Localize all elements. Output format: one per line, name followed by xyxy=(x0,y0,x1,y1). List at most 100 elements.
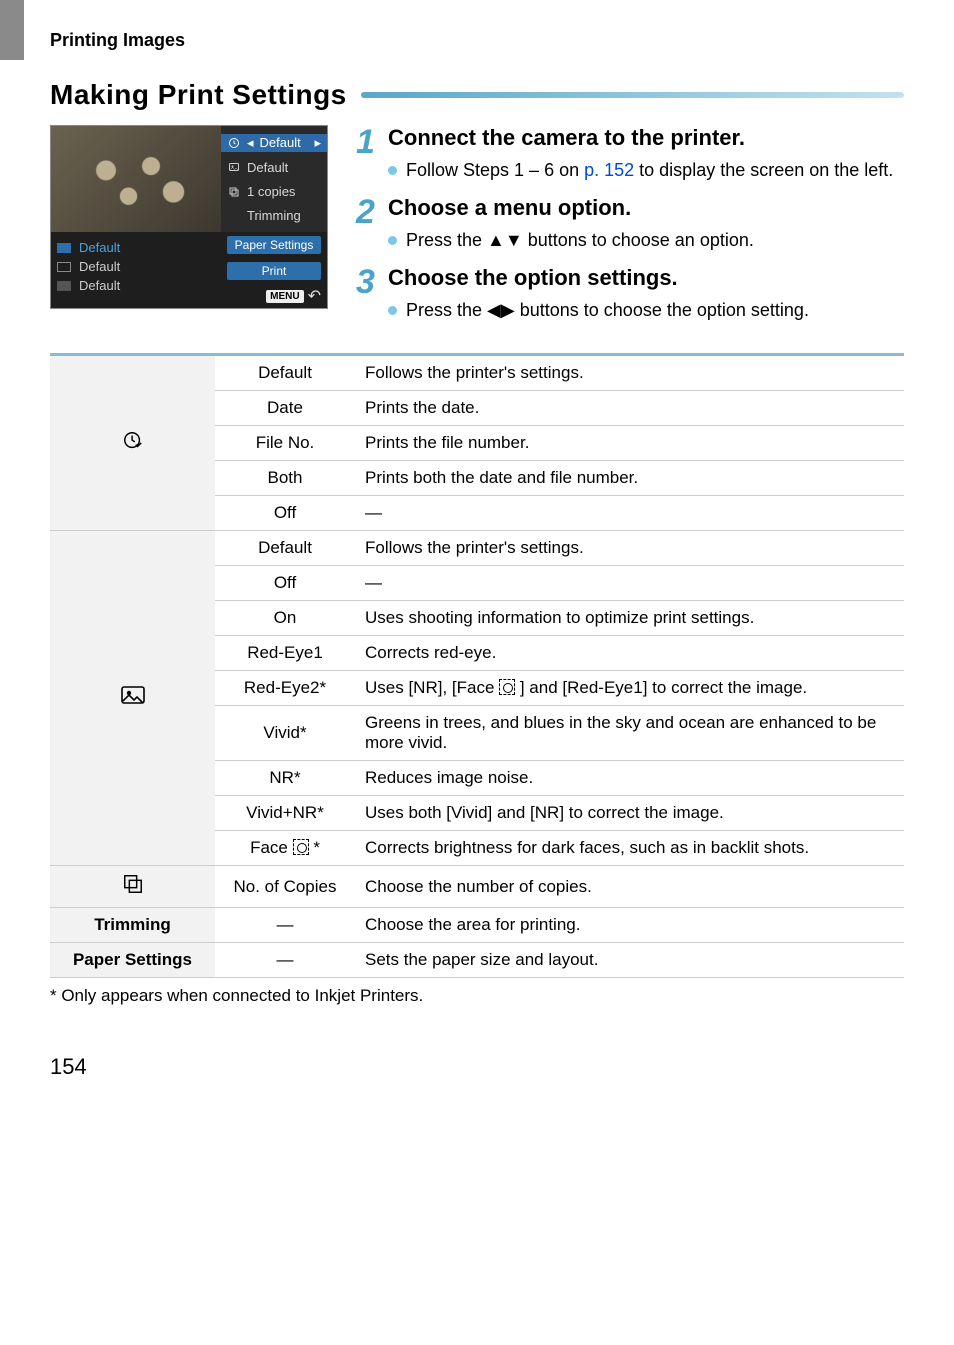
clock-icon xyxy=(227,137,241,149)
desc-cell: Corrects brightness for dark faces, such… xyxy=(355,831,904,866)
bullet-text: buttons to choose an option. xyxy=(523,230,754,250)
clock-check-icon xyxy=(122,430,144,452)
left-right-arrow-icon: ◀▶ xyxy=(487,300,515,320)
step-title: Choose a menu option. xyxy=(388,195,754,221)
option-cell: Both xyxy=(215,461,355,496)
lcd-left-row: Default xyxy=(57,238,215,257)
camera-lcd: ◂ Default ▸ Default 1 copies xyxy=(50,125,328,309)
lcd-row-copies: 1 copies xyxy=(221,183,327,200)
lcd-thumbnail xyxy=(51,126,221,232)
square-icon xyxy=(57,243,71,253)
bullet-text: to display the screen on the left. xyxy=(634,160,893,180)
photo-icon xyxy=(227,161,241,173)
square-icon xyxy=(57,262,71,272)
desc-cell: Follows the printer's settings. xyxy=(355,531,904,566)
square-icon xyxy=(57,281,71,291)
lcd-value: Trimming xyxy=(247,208,301,223)
face-icon xyxy=(499,679,515,695)
table-row: Trimming — Choose the area for printing. xyxy=(50,908,904,943)
option-cell: NR* xyxy=(215,761,355,796)
desc-cell: Uses [NR], [Face ] and [Red-Eye1] to cor… xyxy=(355,671,904,706)
right-arrow-icon: ▸ xyxy=(314,135,321,151)
option-cell: No. of Copies xyxy=(215,866,355,908)
option-cell: Vivid* xyxy=(215,706,355,761)
lcd-row-trimming: Trimming xyxy=(221,207,327,224)
table-row: Default Follows the printer's settings. xyxy=(50,531,904,566)
desc-cell: Corrects red-eye. xyxy=(355,636,904,671)
desc-cell: Uses both [Vivid] and [NR] to correct th… xyxy=(355,796,904,831)
step-title: Choose the option settings. xyxy=(388,265,809,291)
desc-cell: Prints the date. xyxy=(355,391,904,426)
page-title-text: Making Print Settings xyxy=(50,79,347,111)
desc-cell: Uses shooting information to optimize pr… xyxy=(355,601,904,636)
step-bullet: Press the ▲▼ buttons to choose an option… xyxy=(388,227,754,253)
table-row: Paper Settings — Sets the paper size and… xyxy=(50,943,904,978)
step-number: 2 xyxy=(356,195,382,253)
lcd-left-row: Default xyxy=(57,276,215,295)
copies-icon xyxy=(122,873,144,895)
left-arrow-icon: ◂ xyxy=(247,135,254,151)
desc-text: ] and [Red-Eye1] to correct the image. xyxy=(515,678,807,697)
desc-cell: Reduces image noise. xyxy=(355,761,904,796)
group-icon-cell xyxy=(50,531,215,866)
step-2: 2 Choose a menu option. Press the ▲▼ but… xyxy=(356,195,904,253)
lcd-value: 1 copies xyxy=(247,184,295,199)
bullet-text: Follow Steps 1 – 6 on xyxy=(406,160,584,180)
option-cell: — xyxy=(215,908,355,943)
option-cell: Date xyxy=(215,391,355,426)
step-3: 3 Choose the option settings. Press the … xyxy=(356,265,904,323)
back-arrow-icon: ↶ xyxy=(308,286,321,306)
heading-bar xyxy=(361,92,904,98)
table-row: Default Follows the printer's settings. xyxy=(50,355,904,391)
option-cell: Off xyxy=(215,566,355,601)
lcd-left-row: Default xyxy=(57,257,215,276)
lcd-value: Default xyxy=(247,160,288,175)
option-cell: File No. xyxy=(215,426,355,461)
option-cell: Red-Eye1 xyxy=(215,636,355,671)
lcd-row-datetime: ◂ Default ▸ xyxy=(221,134,327,152)
row-label: Trimming xyxy=(50,908,215,943)
option-cell: Default xyxy=(215,531,355,566)
settings-table: Default Follows the printer's settings. … xyxy=(50,353,904,978)
option-cell: Vivid+NR* xyxy=(215,796,355,831)
step-number: 1 xyxy=(356,125,382,183)
bullet-text: buttons to choose the option setting. xyxy=(515,300,809,320)
group-icon-cell xyxy=(50,866,215,908)
opt-text: Face xyxy=(250,838,288,857)
lcd-row-effect: Default xyxy=(221,159,327,176)
up-down-arrow-icon: ▲▼ xyxy=(487,230,523,250)
row-label: Paper Settings xyxy=(50,943,215,978)
page-number: 154 xyxy=(50,1054,904,1080)
desc-cell: Choose the area for printing. xyxy=(355,908,904,943)
desc-text: Uses [NR], [Face xyxy=(365,678,499,697)
option-cell: — xyxy=(215,943,355,978)
option-cell: On xyxy=(215,601,355,636)
paper-settings-pill: Paper Settings xyxy=(227,236,321,254)
lcd-left-value: Default xyxy=(79,278,120,293)
option-cell: Red-Eye2* xyxy=(215,671,355,706)
desc-cell: Sets the paper size and layout. xyxy=(355,943,904,978)
bullet-text: Press the xyxy=(406,300,487,320)
desc-cell: Prints both the date and file number. xyxy=(355,461,904,496)
desc-cell: — xyxy=(355,496,904,531)
menu-back: MENU ↶ xyxy=(221,284,327,308)
section-header: Printing Images xyxy=(50,30,904,51)
option-cell: Face * xyxy=(215,831,355,866)
desc-cell: — xyxy=(355,566,904,601)
desc-cell: Prints the file number. xyxy=(355,426,904,461)
footnote: * Only appears when connected to Inkjet … xyxy=(50,986,904,1006)
group-icon-cell xyxy=(50,355,215,531)
lcd-value: Default xyxy=(260,135,301,150)
lcd-left-value: Default xyxy=(79,259,120,274)
copies-icon xyxy=(227,186,241,198)
step-number: 3 xyxy=(356,265,382,323)
option-cell: Off xyxy=(215,496,355,531)
print-pill: Print xyxy=(227,262,321,280)
page-link[interactable]: p. 152 xyxy=(584,160,634,180)
face-icon xyxy=(293,839,309,855)
steps: 1 Connect the camera to the printer. Fol… xyxy=(356,125,904,335)
step-bullet: Press the ◀▶ buttons to choose the optio… xyxy=(388,297,809,323)
desc-cell: Follows the printer's settings. xyxy=(355,355,904,391)
table-row: No. of Copies Choose the number of copie… xyxy=(50,866,904,908)
desc-cell: Greens in trees, and blues in the sky an… xyxy=(355,706,904,761)
